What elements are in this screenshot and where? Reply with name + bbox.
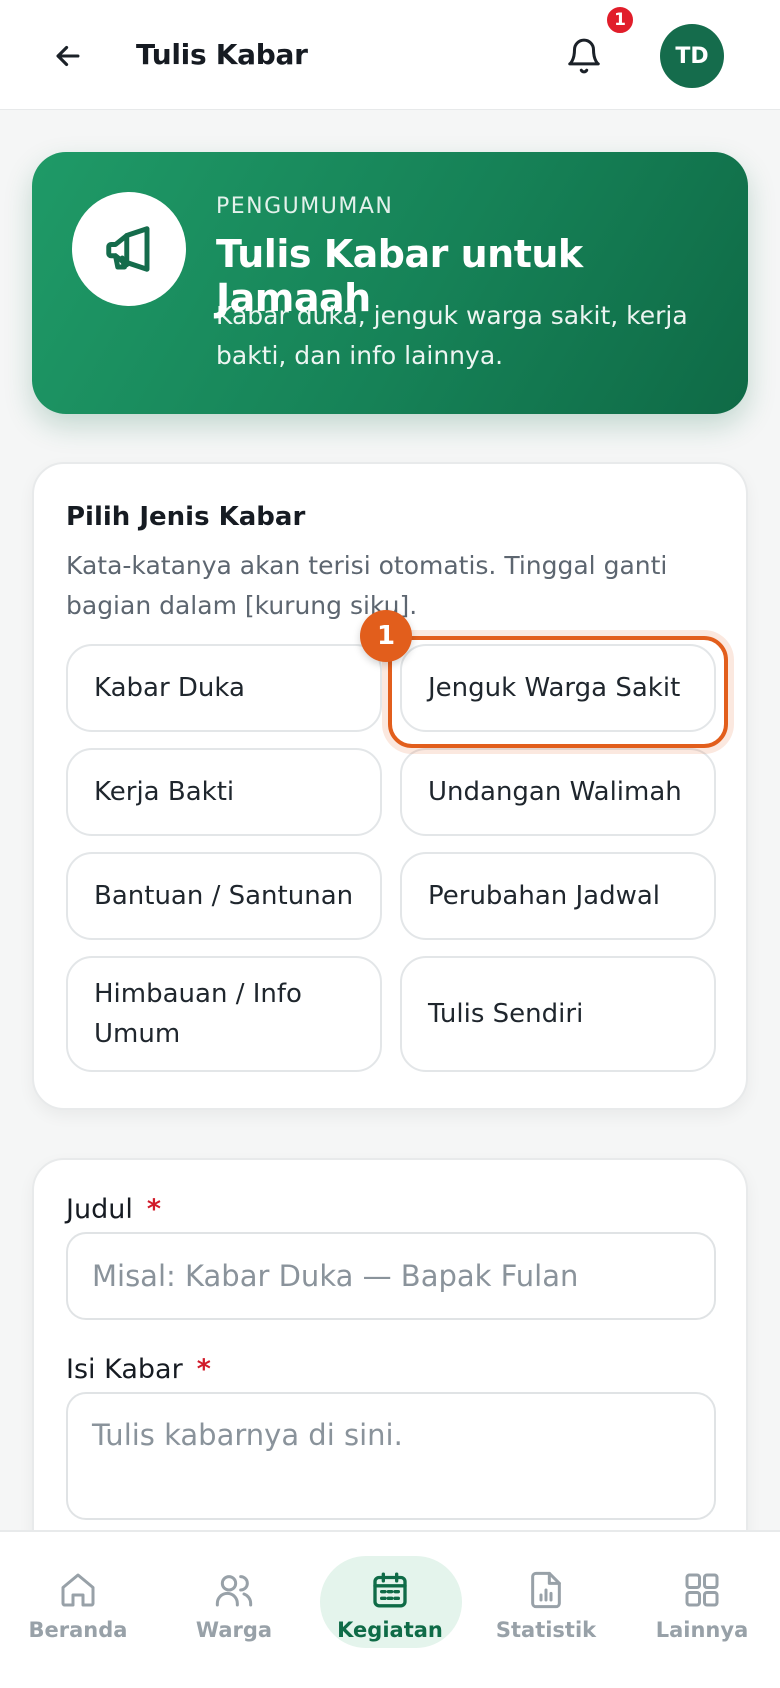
home-icon: [61, 1573, 95, 1607]
nav-item-statistik[interactable]: Statistik: [476, 1554, 616, 1654]
avatar[interactable]: TD: [660, 24, 724, 88]
hero-eyebrow: PENGUMUMAN: [216, 194, 394, 219]
notifications-button[interactable]: [560, 32, 608, 80]
bell-icon: [568, 38, 600, 74]
nav-label: Warga: [195, 1618, 273, 1642]
required-mark: *: [146, 1194, 161, 1225]
type-option-tulis-sendiri[interactable]: Tulis Sendiri: [400, 956, 716, 1072]
required-mark: *: [196, 1354, 211, 1385]
type-option-himbauan-info-umum[interactable]: Himbauan / Info Umum: [66, 956, 382, 1072]
top-app-bar: Tulis Kabar 1 TD: [0, 0, 780, 110]
type-option-kerja-bakti[interactable]: Kerja Bakti: [66, 748, 382, 836]
nav-item-warga[interactable]: Warga: [164, 1554, 304, 1654]
news-type-card: Pilih Jenis Kabar Kata-katanya akan teri…: [32, 462, 748, 1110]
calendar-icon: [373, 1572, 407, 1608]
type-option-jenguk-warga-sakit[interactable]: Jenguk Warga Sakit: [400, 644, 716, 732]
nav-label: Kegiatan: [337, 1618, 443, 1642]
nav-label: Beranda: [28, 1618, 128, 1642]
type-option-undangan-walimah[interactable]: Undangan Walimah: [400, 748, 716, 836]
title-field-label: Judul *: [66, 1194, 161, 1225]
title-input[interactable]: [66, 1232, 716, 1320]
chart-icon: [531, 1571, 561, 1609]
body-field-label: Isi Kabar *: [66, 1354, 211, 1385]
type-option-kabar-duka[interactable]: Kabar Duka: [66, 644, 382, 732]
nav-item-lainnya[interactable]: Lainnya: [632, 1554, 772, 1654]
users-icon: [215, 1575, 253, 1607]
type-option-bantuan-santunan[interactable]: Bantuan / Santunan: [66, 852, 382, 940]
nav-label: Lainnya: [655, 1618, 749, 1642]
grid-icon: [685, 1573, 719, 1607]
hero-description: Kabar duka, jenguk warga sakit, kerja ba…: [216, 301, 688, 370]
nav-item-kegiatan[interactable]: Kegiatan: [320, 1554, 460, 1654]
title-label-text: Judul: [66, 1194, 133, 1225]
step-marker: 1: [360, 610, 412, 662]
megaphone-icon: [106, 226, 150, 272]
back-button[interactable]: [44, 32, 92, 80]
section-title: Pilih Jenis Kabar: [66, 502, 306, 532]
compose-form-card: Judul * Isi Kabar *: [32, 1158, 748, 1578]
nav-item-beranda[interactable]: Beranda: [8, 1554, 148, 1654]
bottom-navigation: Beranda Warga Kegiatan Statistik Lainnya: [0, 1530, 780, 1688]
page-title: Tulis Kabar: [136, 38, 308, 71]
body-label-text: Isi Kabar: [66, 1354, 183, 1385]
arrow-left-icon: [56, 45, 80, 67]
announcement-banner: PENGUMUMAN Tulis Kabar untuk Jamaah Kaba…: [32, 152, 748, 414]
hero-icon-circle: [72, 192, 186, 306]
nav-label: Statistik: [495, 1618, 597, 1642]
body-textarea[interactable]: [66, 1392, 716, 1520]
type-option-perubahan-jadwal[interactable]: Perubahan Jadwal: [400, 852, 716, 940]
notification-badge: 1: [604, 4, 636, 36]
